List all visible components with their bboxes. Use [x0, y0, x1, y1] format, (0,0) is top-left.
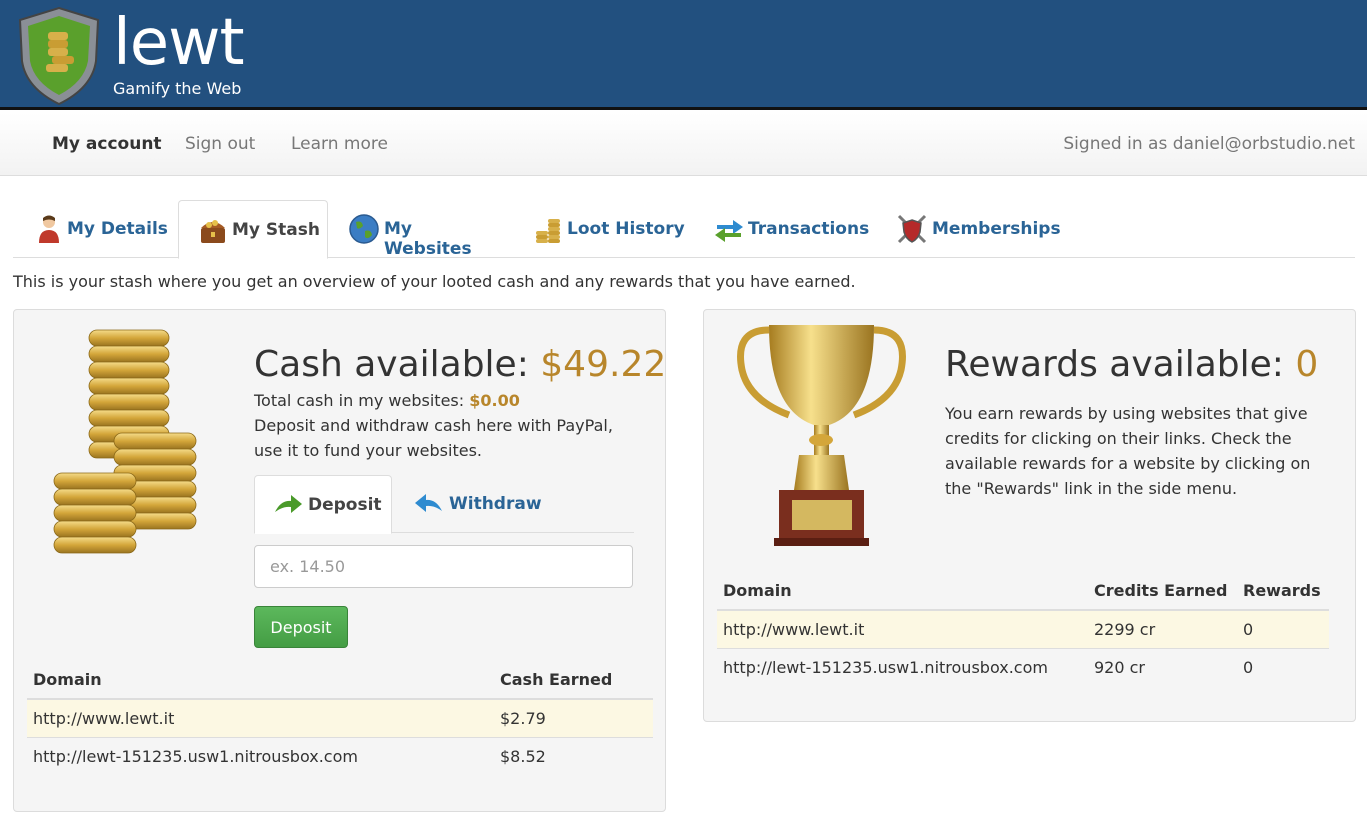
tab-label: My Details — [67, 219, 168, 239]
domain-cell: http://www.lewt.it — [717, 609, 1088, 648]
arrow-left-icon — [415, 494, 442, 512]
domain-cell: http://lewt-151235.usw1.nitrousbox.com — [717, 647, 1088, 686]
rewards-available-title: Rewards available: 0 — [945, 344, 1318, 385]
tab-label: Memberships — [932, 219, 1061, 239]
deposit-amount-input[interactable] — [254, 545, 633, 588]
deposit-withdraw-tabs: Deposit Withdraw — [254, 475, 634, 534]
tab-label: Loot History — [567, 219, 685, 239]
rewards-panel: Rewards available: 0 You earn rewards by… — [703, 309, 1356, 722]
tab-label: My Stash — [232, 220, 320, 240]
table-row[interactable]: http://www.lewt.it $2.79 — [27, 698, 653, 737]
site-header: lewt Gamify the Web — [0, 0, 1367, 110]
tab-label: Transactions — [748, 219, 870, 239]
table-row[interactable]: http://lewt-151235.usw1.nitrousbox.com 9… — [717, 647, 1329, 686]
brand-tagline: Gamify the Web — [113, 79, 242, 98]
tab-label: My Websites — [384, 219, 472, 259]
credits-earned-table: Domain Credits Earned Rewards http://www… — [717, 572, 1329, 686]
cash-earned-table: Domain Cash Earned http://www.lewt.it $2… — [27, 661, 653, 775]
exchange-arrows-icon — [715, 220, 743, 242]
coin-stacks-image — [53, 329, 197, 554]
credits-cell: 920 cr — [1088, 647, 1237, 686]
column-header-domain: Domain — [717, 572, 1088, 611]
top-navbar: My account Sign out Learn more Signed in… — [0, 113, 1367, 176]
table-header-row: Domain Credits Earned Rewards — [717, 572, 1329, 611]
table-row[interactable]: http://www.lewt.it 2299 cr 0 — [717, 609, 1329, 648]
crossed-swords-shield-icon — [897, 214, 927, 244]
brand-name[interactable]: lewt — [113, 6, 245, 80]
tab-my-websites[interactable]: My Websites — [333, 200, 503, 259]
shield-logo-icon[interactable] — [16, 6, 102, 106]
cash-earned-cell: $2.79 — [494, 698, 653, 737]
cash-available-title: Cash available: $49.22 — [254, 344, 666, 385]
tab-my-stash[interactable]: My Stash — [178, 200, 328, 259]
cash-available-label: Cash available: — [254, 344, 541, 385]
nav-learn-more[interactable]: Learn more — [291, 134, 388, 154]
cash-panel: Cash available: $49.22 Total cash in my … — [13, 309, 666, 812]
rewards-description: You earn rewards by using websites that … — [945, 404, 1311, 498]
arrow-right-icon — [275, 495, 302, 513]
nav-sign-out[interactable]: Sign out — [185, 134, 255, 154]
cash-available-amount: $49.22 — [540, 344, 667, 385]
rewards-available-amount: 0 — [1295, 344, 1319, 385]
total-cash-value: $0.00 — [469, 391, 520, 410]
nav-my-account[interactable]: My account — [52, 134, 162, 154]
cash-earned-cell: $8.52 — [494, 736, 653, 775]
tab-deposit-label: Deposit — [308, 495, 382, 515]
tab-my-details[interactable]: My Details — [13, 200, 173, 258]
tab-transactions[interactable]: Transactions — [703, 200, 873, 258]
cash-description: Deposit and withdraw cash here with PayP… — [254, 416, 613, 460]
tab-loot-history[interactable]: Loot History — [518, 200, 688, 258]
account-tabs: My Details My Stash My Websites Loot His… — [13, 200, 1355, 259]
tab-withdraw[interactable]: Withdraw — [404, 475, 554, 533]
column-header-credits-earned: Credits Earned — [1088, 572, 1237, 611]
globe-icon — [349, 214, 379, 244]
tab-deposit[interactable]: Deposit — [254, 475, 392, 534]
rewards-cell: 0 — [1237, 609, 1329, 648]
signed-in-status: Signed in as daniel@orbstudio.net — [1063, 134, 1355, 154]
rewards-available-label: Rewards available: — [945, 344, 1296, 385]
coins-icon — [536, 219, 560, 243]
table-header-row: Domain Cash Earned — [27, 661, 653, 700]
total-cash-line: Total cash in my websites: $0.00 — [254, 388, 624, 413]
trophy-image — [737, 325, 906, 546]
total-cash-label: Total cash in my websites: — [254, 391, 470, 410]
treasure-chest-icon — [201, 220, 225, 243]
cash-info: Total cash in my websites: $0.00 Deposit… — [254, 388, 624, 463]
column-header-cash-earned: Cash Earned — [494, 661, 653, 700]
column-header-domain: Domain — [27, 661, 494, 700]
credits-cell: 2299 cr — [1088, 609, 1237, 648]
stash-intro-text: This is your stash where you get an over… — [13, 272, 856, 291]
table-row[interactable]: http://lewt-151235.usw1.nitrousbox.com $… — [27, 736, 653, 775]
tab-memberships[interactable]: Memberships — [888, 200, 1061, 258]
domain-cell: http://www.lewt.it — [27, 698, 494, 737]
domain-cell: http://lewt-151235.usw1.nitrousbox.com — [27, 736, 494, 775]
tab-withdraw-label: Withdraw — [449, 494, 542, 514]
column-header-rewards: Rewards — [1237, 572, 1329, 611]
person-icon — [39, 215, 59, 243]
deposit-button[interactable]: Deposit — [254, 606, 348, 648]
rewards-cell: 0 — [1237, 647, 1329, 686]
